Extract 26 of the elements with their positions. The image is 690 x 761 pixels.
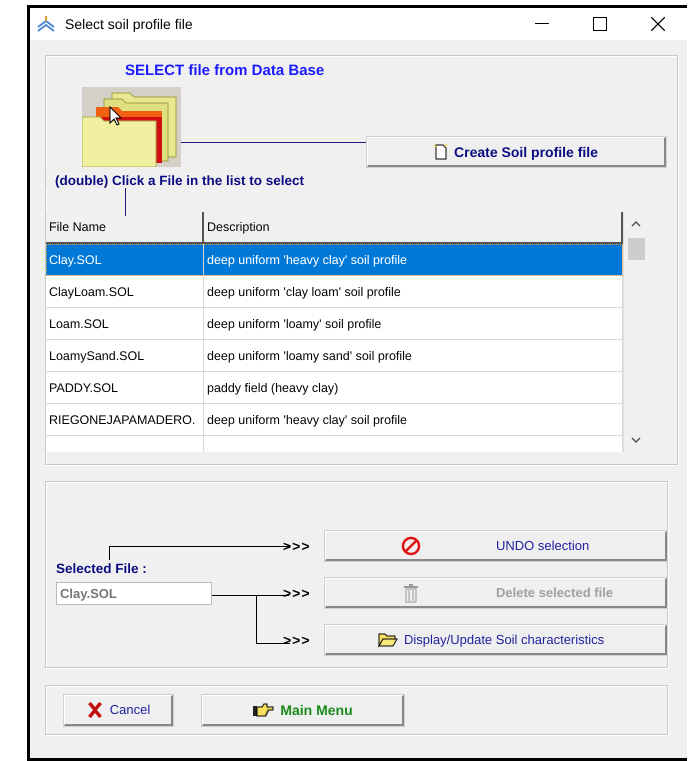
table-row[interactable]: LoamySand.SOL deep uniform 'loamy sand' soil profile xyxy=(46,340,623,372)
table-cell: PADDY.SOL xyxy=(46,372,204,403)
table-cell: LoamySand.SOL xyxy=(46,340,204,371)
table-cell: Loam.SOL xyxy=(46,308,204,339)
selected-file-field[interactable]: Clay.SOL xyxy=(56,582,212,605)
table-cell: ClayLoam.SOL xyxy=(46,276,204,307)
window-title: Select soil profile file xyxy=(65,16,194,32)
arrow-text: >>> xyxy=(283,538,312,554)
instruction-text: (double) Click a File in the list to select xyxy=(46,167,304,188)
table-row[interactable]: Loam.SOL deep uniform 'loamy' soil profile xyxy=(46,308,623,340)
main-menu-button[interactable]: Main Menu xyxy=(202,694,404,726)
panel-heading: SELECT file from Data Base xyxy=(124,61,324,79)
table-cell: Clay.SOL xyxy=(46,244,204,275)
column-header[interactable]: Description xyxy=(204,212,623,244)
table-row[interactable]: RIEGONEJAPAMADERO. deep uniform 'heavy clay' soil profile xyxy=(46,404,623,436)
selected-file-label: Selected File : xyxy=(56,561,147,576)
undo-button[interactable]: UNDO selection xyxy=(325,531,667,561)
arrow-text: >>> xyxy=(283,632,312,648)
create-file-button[interactable]: Create Soil profile file xyxy=(367,137,666,167)
cancel-button[interactable]: Cancel xyxy=(64,694,173,726)
display-button[interactable]: Display/Update Soil characteristics xyxy=(325,625,667,655)
table-row[interactable]: PADDY.SOL paddy field (heavy clay) xyxy=(46,372,623,404)
column-header[interactable]: File Name xyxy=(46,212,204,244)
table-row[interactable]: Clay.SOL deep uniform 'heavy clay' soil profile xyxy=(46,244,623,276)
table-cell: RIEGONEJAPAMADERO. xyxy=(46,404,204,435)
table-row[interactable]: ClayLoam.SOL deep uniform 'clay loam' soil profile xyxy=(46,276,623,308)
